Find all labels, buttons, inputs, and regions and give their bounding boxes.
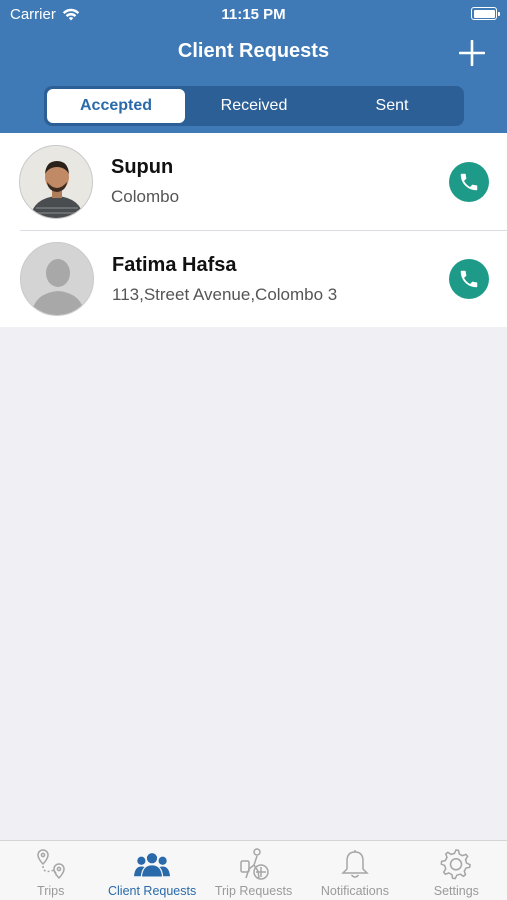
segment-sent[interactable]: Sent xyxy=(323,89,461,123)
tab-label: Trip Requests xyxy=(214,884,293,898)
client-address: Colombo xyxy=(111,187,180,206)
page-title: Client Requests xyxy=(177,40,330,62)
tab-trips[interactable]: Trips xyxy=(0,841,101,900)
tab-label: Settings xyxy=(433,884,479,898)
client-name: Supun xyxy=(111,156,174,178)
battery-icon xyxy=(471,7,500,20)
tab-settings[interactable]: Settings xyxy=(406,841,507,900)
phone-icon xyxy=(460,270,478,288)
call-button[interactable] xyxy=(449,161,489,202)
avatar xyxy=(19,144,93,219)
person-placeholder-icon xyxy=(21,243,93,315)
segmented-control: Accepted Received Sent xyxy=(44,86,464,126)
people-icon xyxy=(134,851,171,878)
tab-trip-requests[interactable]: Trip Requests xyxy=(203,841,304,900)
segment-accepted[interactable]: Accepted xyxy=(47,89,185,123)
client-name: Fatima Hafsa xyxy=(112,253,237,276)
segment-received[interactable]: Received xyxy=(185,89,323,123)
status-time: 11:15 PM xyxy=(221,6,286,23)
route-icon xyxy=(36,849,65,880)
gear-icon xyxy=(440,849,472,880)
person-photo-icon xyxy=(20,145,92,218)
tab-client-requests[interactable]: Client Requests xyxy=(101,841,202,900)
status-bar: Carrier 11:15 PM xyxy=(0,0,507,28)
traveler-icon xyxy=(239,848,269,880)
tab-label: Notifications xyxy=(320,884,389,898)
plus-icon xyxy=(459,40,485,66)
navigation-header: Carrier 11:15 PM Client Requests Accepte… xyxy=(0,0,507,133)
phone-icon xyxy=(460,173,478,190)
client-address: 113,Street Avenue,Colombo 3 xyxy=(112,284,338,304)
call-button[interactable] xyxy=(449,259,489,299)
tab-label: Trips xyxy=(37,884,65,898)
tab-label: Client Requests xyxy=(107,884,197,898)
list-item[interactable]: Supun Colombo xyxy=(0,133,507,230)
client-list: Supun Colombo Fatima Hafsa 113,Street Av… xyxy=(0,133,507,327)
tab-bar: Trips Client Requests Trip Requests Noti… xyxy=(0,840,507,900)
avatar xyxy=(20,242,94,316)
bell-icon xyxy=(341,850,369,878)
list-item[interactable]: Fatima Hafsa 113,Street Avenue,Colombo 3 xyxy=(20,230,507,327)
tab-notifications[interactable]: Notifications xyxy=(304,841,405,900)
add-button[interactable] xyxy=(457,38,487,68)
